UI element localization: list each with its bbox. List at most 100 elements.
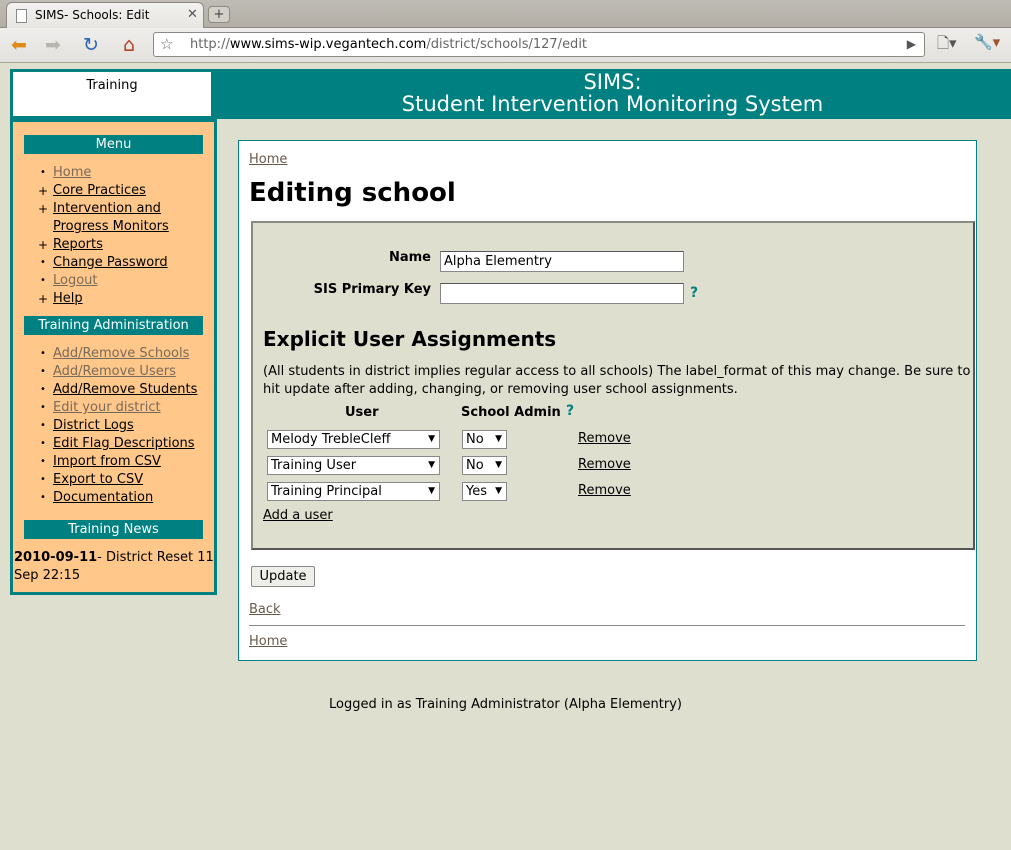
footer-home-link[interactable]: Home bbox=[249, 634, 287, 649]
address-bar[interactable]: ☆ http://www.sims-wip.vegantech.com/dist… bbox=[153, 32, 925, 57]
assignments-heading: Explicit User Assignments bbox=[263, 327, 557, 351]
admin-link-district-logs[interactable]: District Logs bbox=[53, 418, 134, 433]
news-heading: Training News bbox=[24, 520, 203, 539]
admin-item: • Add/Remove Schools bbox=[13, 345, 214, 363]
reload-icon[interactable]: ↻ bbox=[78, 33, 104, 57]
assignment-row: Training Principal ▼ Yes ▼ Remove bbox=[253, 482, 973, 502]
menu-link-interventions[interactable]: Intervention and Progress Monitors bbox=[53, 201, 169, 234]
dropdown-arrow-icon: ▼ bbox=[428, 434, 435, 444]
go-icon[interactable]: ▶ bbox=[907, 33, 916, 56]
menu-link-logout[interactable]: Logout bbox=[53, 273, 98, 288]
remove-link[interactable]: Remove bbox=[578, 431, 631, 446]
menu-list: • Home + Core Practices + Intervention and … bbox=[13, 164, 214, 308]
forward-arrow-icon[interactable]: ➡ bbox=[40, 33, 66, 57]
user-select[interactable]: Training Principal ▼ bbox=[267, 482, 440, 501]
school-admin-select[interactable]: No ▼ bbox=[462, 430, 507, 449]
dropdown-arrow-icon: ▼ bbox=[428, 486, 435, 496]
breadcrumb-home-link[interactable]: Home bbox=[249, 152, 287, 167]
menu-link-core-practices[interactable]: Core Practices bbox=[53, 183, 146, 198]
expand-plus-icon[interactable]: + bbox=[37, 200, 49, 218]
admin-item: • District Logs bbox=[13, 417, 214, 435]
school-admin-select[interactable]: Yes ▼ bbox=[462, 482, 507, 501]
school-admin-column-header: School Admin bbox=[461, 405, 561, 420]
admin-list: • Add/Remove Schools • Add/Remove Users • A… bbox=[13, 345, 214, 507]
admin-link-flag-descriptions[interactable]: Edit Flag Descriptions bbox=[53, 436, 195, 451]
wrench-menu-icon[interactable]: 🔧▾ bbox=[974, 33, 1000, 51]
menu-link-home[interactable]: Home bbox=[53, 165, 91, 180]
bullet-icon: • bbox=[40, 348, 46, 359]
bullet-icon: • bbox=[40, 257, 46, 268]
browser-tab[interactable]: SIMS- Schools: Edit ✕ bbox=[6, 2, 204, 28]
help-icon[interactable]: ? bbox=[566, 403, 574, 419]
bookmark-star-icon[interactable]: ☆ bbox=[160, 33, 173, 56]
admin-link-export-csv[interactable]: Export to CSV bbox=[53, 472, 143, 487]
sis-key-input[interactable] bbox=[440, 283, 684, 304]
name-label: Name bbox=[388, 250, 431, 265]
bullet-icon: • bbox=[40, 384, 46, 395]
user-select[interactable]: Training User ▼ bbox=[267, 456, 440, 475]
admin-link-documentation[interactable]: Documentation bbox=[53, 490, 153, 505]
browser-toolbar: ⬅ ➡ ↻ ⌂ ☆ http://www.sims-wip.vegantech.… bbox=[0, 28, 1011, 63]
tab-title: SIMS- Schools: Edit bbox=[35, 8, 150, 22]
expand-plus-icon[interactable]: + bbox=[37, 236, 49, 254]
admin-link-import-csv[interactable]: Import from CSV bbox=[53, 454, 161, 469]
name-input[interactable] bbox=[440, 251, 684, 272]
admin-link-users[interactable]: Add/Remove Users bbox=[53, 364, 176, 379]
bullet-icon: • bbox=[40, 402, 46, 413]
bullet-icon: • bbox=[40, 474, 46, 485]
expand-plus-icon[interactable]: + bbox=[37, 182, 49, 200]
sis-key-label: SIS Primary Key bbox=[313, 282, 431, 297]
expand-plus-icon[interactable]: + bbox=[37, 290, 49, 308]
site-header: SIMS: Student Intervention Monitoring Sy… bbox=[214, 69, 1011, 119]
help-icon[interactable]: ? bbox=[690, 285, 698, 301]
menu-item-home: • Home bbox=[13, 164, 214, 182]
page-menu-icon[interactable]: 🗋▾ bbox=[937, 33, 957, 58]
user-column-header: User bbox=[345, 405, 379, 420]
menu-item-reports: + Reports bbox=[13, 236, 214, 254]
menu-item-core-practices: + Core Practices bbox=[13, 182, 214, 200]
school-admin-select[interactable]: No ▼ bbox=[462, 456, 507, 475]
school-form: Name SIS Primary Key ? Explicit User Ass… bbox=[251, 221, 975, 550]
url-text[interactable]: http://www.sims-wip.vegantech.com/distri… bbox=[190, 33, 587, 56]
admin-link-schools[interactable]: Add/Remove Schools bbox=[53, 346, 189, 361]
admin-item: • Import from CSV bbox=[13, 453, 214, 471]
admin-link-edit-district[interactable]: Edit your district bbox=[53, 400, 161, 415]
dropdown-arrow-icon: ▼ bbox=[428, 460, 435, 470]
menu-link-reports[interactable]: Reports bbox=[53, 237, 103, 252]
divider bbox=[249, 625, 965, 626]
assignment-row: Training User ▼ No ▼ Remove bbox=[253, 456, 973, 476]
menu-item-logout: • Logout bbox=[13, 272, 214, 290]
logo-text: Training bbox=[86, 78, 138, 93]
admin-link-students[interactable]: Add/Remove Students bbox=[53, 382, 197, 397]
admin-heading: Training Administration bbox=[24, 316, 203, 335]
main-content: Home Editing school Name SIS Primary Key… bbox=[238, 140, 977, 661]
home-icon[interactable]: ⌂ bbox=[116, 33, 142, 57]
site-subtitle: Student Intervention Monitoring System bbox=[401, 92, 824, 116]
remove-link[interactable]: Remove bbox=[578, 457, 631, 472]
admin-item: • Export to CSV bbox=[13, 471, 214, 489]
admin-item: • Edit Flag Descriptions bbox=[13, 435, 214, 453]
bullet-icon: • bbox=[40, 456, 46, 467]
menu-link-help[interactable]: Help bbox=[53, 291, 83, 306]
admin-item: • Documentation bbox=[13, 489, 214, 507]
menu-item-help: + Help bbox=[13, 290, 214, 308]
page: Training SIMS: Student Intervention Moni… bbox=[0, 64, 1011, 850]
admin-item: • Add/Remove Students bbox=[13, 381, 214, 399]
menu-item-change-password: • Change Password bbox=[13, 254, 214, 272]
new-tab-button[interactable]: + bbox=[208, 6, 230, 23]
admin-item: • Add/Remove Users bbox=[13, 363, 214, 381]
close-tab-icon[interactable]: ✕ bbox=[187, 7, 198, 22]
add-user-link[interactable]: Add a user bbox=[263, 508, 333, 523]
bullet-icon: • bbox=[40, 167, 46, 178]
bullet-icon: • bbox=[40, 420, 46, 431]
back-arrow-icon[interactable]: ⬅ bbox=[6, 33, 32, 57]
user-select[interactable]: Melody TrebleCleff ▼ bbox=[267, 430, 440, 449]
update-button[interactable]: Update bbox=[251, 566, 315, 587]
dropdown-arrow-icon: ▼ bbox=[495, 460, 502, 470]
menu-link-change-password[interactable]: Change Password bbox=[53, 255, 168, 270]
remove-link[interactable]: Remove bbox=[578, 483, 631, 498]
district-logo-box: Training bbox=[10, 69, 214, 119]
menu-heading: Menu bbox=[24, 135, 203, 154]
site-title: SIMS: bbox=[583, 70, 642, 94]
back-link[interactable]: Back bbox=[249, 602, 281, 617]
